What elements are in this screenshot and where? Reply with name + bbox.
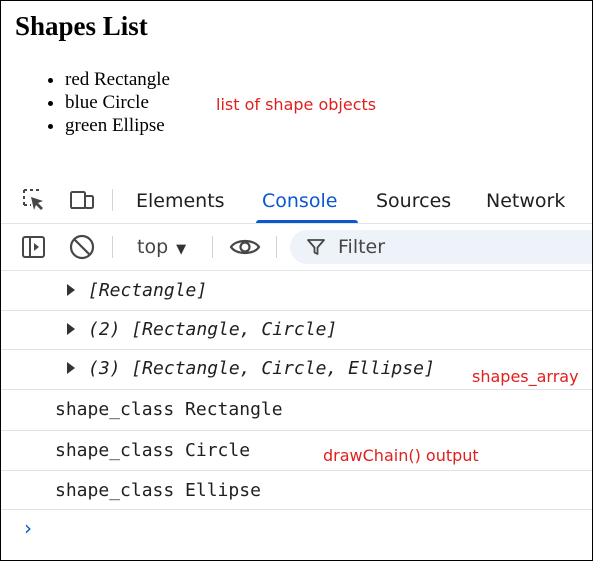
console-array-text: (3) [Rectangle, Circle, Ellipse] <box>88 358 435 379</box>
console-row[interactable]: [Rectangle] <box>1 271 592 311</box>
toolbar-divider <box>276 236 277 258</box>
tab-elements[interactable]: Elements <box>136 177 225 223</box>
devtools-tabbar: Elements Console Sources Network <box>1 177 592 224</box>
context-value: top <box>137 236 169 258</box>
device-toolbar-icon[interactable] <box>68 186 96 214</box>
active-tab-indicator <box>256 220 358 223</box>
sidebar-toggle-icon[interactable] <box>20 233 48 261</box>
tab-sources[interactable]: Sources <box>376 177 451 223</box>
console-row: shape_class Ellipse <box>1 471 592 510</box>
console-array-text: [Rectangle] <box>88 280 208 301</box>
console-log-text: shape_class Ellipse <box>55 480 261 501</box>
expand-arrow-icon[interactable] <box>67 284 75 296</box>
toolbar-divider <box>212 236 213 258</box>
console-log-text: shape_class Circle <box>55 440 251 461</box>
dropdown-arrow-icon: ▼ <box>176 242 187 257</box>
console-log-text: shape_class Rectangle <box>55 399 283 420</box>
console-row: shape_class Rectangle <box>1 390 592 431</box>
list-item: blue Circle <box>65 91 170 114</box>
filter-input[interactable] <box>338 230 588 264</box>
toolbar-divider <box>112 236 113 258</box>
filter-box[interactable] <box>290 230 592 264</box>
console-toolbar: top ▼ <box>1 224 592 271</box>
tab-console[interactable]: Console <box>262 177 337 223</box>
live-expression-eye-icon[interactable] <box>229 233 261 261</box>
filter-icon <box>306 237 326 257</box>
context-selector[interactable]: top ▼ <box>131 231 192 263</box>
list-item: red Rectangle <box>65 68 170 91</box>
page-content: Shapes List red Rectangle blue Circle gr… <box>1 1 592 176</box>
console-row: shape_class Circle <box>1 431 592 471</box>
annotation-array-note: shapes_array <box>472 367 579 386</box>
page-title: Shapes List <box>15 11 148 41</box>
console-prompt[interactable]: › <box>24 516 32 540</box>
console-row[interactable]: (2) [Rectangle, Circle] <box>1 311 592 350</box>
clear-console-icon[interactable] <box>68 233 96 261</box>
annotation-list-note: list of shape objects <box>216 95 377 114</box>
list-item: green Ellipse <box>65 114 170 137</box>
toolbar-divider <box>112 189 113 211</box>
console-output: [Rectangle] (2) [Rectangle, Circle] (3) … <box>1 271 592 560</box>
annotation-chain-note: drawChain() output <box>323 446 479 465</box>
browser-frame: Shapes List red Rectangle blue Circle gr… <box>0 0 593 561</box>
console-array-text: (2) [Rectangle, Circle] <box>88 319 338 340</box>
shape-list: red Rectangle blue Circle green Ellipse <box>25 68 170 137</box>
expand-arrow-icon[interactable] <box>67 362 75 374</box>
inspect-element-icon[interactable] <box>20 186 48 214</box>
tab-network[interactable]: Network <box>486 177 565 223</box>
expand-arrow-icon[interactable] <box>67 323 75 335</box>
